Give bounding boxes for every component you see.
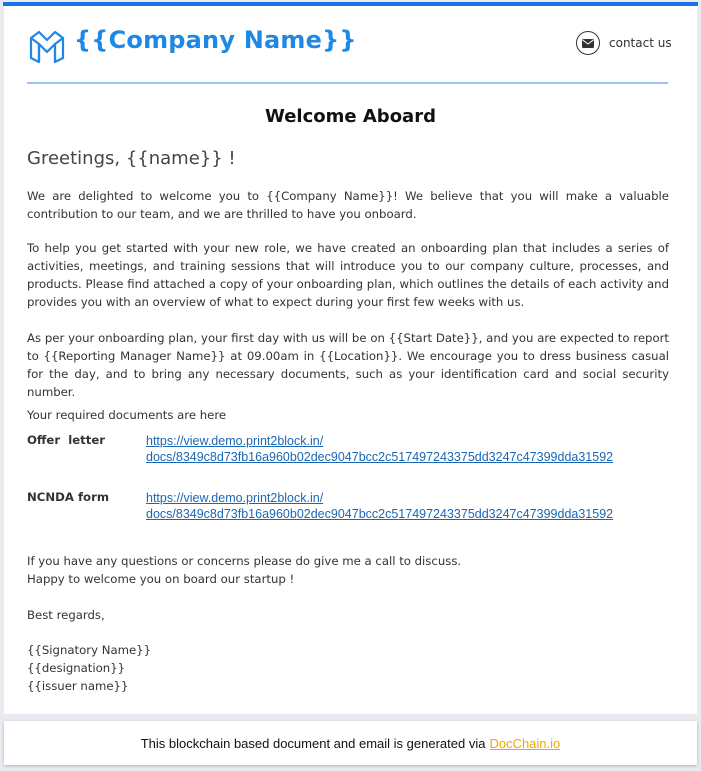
offer-letter-link[interactable]: https://view.demo.print2block.in/ docs/8… (146, 433, 613, 465)
contact-us-label[interactable]: contact us (609, 36, 672, 50)
ncnda-form-link-line2[interactable]: docs/8349c8d73fb16a960b02dec9047bcc2c517… (146, 506, 613, 522)
body-paragraph-onboarding: To help you get started with your new ro… (27, 241, 669, 309)
closing-welcome: Happy to welcome you on board our startu… (27, 572, 295, 586)
ncnda-form-link-line1[interactable]: https://view.demo.print2block.in/ (146, 490, 613, 506)
email-card: {{Company Name}} contact us Welcome Aboa… (4, 6, 697, 714)
company-name: {{Company Name}} (74, 26, 357, 54)
closing-regards: Best regards, (27, 608, 105, 622)
envelope-icon[interactable] (576, 31, 600, 55)
company-logo-icon (29, 30, 65, 64)
signatory-designation: {{designation}} (27, 661, 126, 675)
offer-letter-link-line2[interactable]: docs/8349c8d73fb16a960b02dec9047bcc2c517… (146, 449, 613, 465)
document-label-ncnda-form: NCNDA form (27, 490, 110, 504)
document-label-offer-letter: Offer letter (27, 433, 106, 447)
email-page: {{Company Name}} contact us Welcome Aboa… (0, 0, 701, 771)
offer-letter-link-line1[interactable]: https://view.demo.print2block.in/ (146, 433, 613, 449)
email-title: Welcome Aboard (265, 106, 436, 127)
docchain-link[interactable]: DocChain.io (489, 736, 560, 751)
contact-us-link[interactable]: contact us (576, 31, 672, 55)
footer-text: This blockchain based document and email… (140, 735, 486, 751)
closing-questions: If you have any questions or concerns pl… (27, 554, 462, 568)
issuer-name: {{issuer name}} (27, 679, 129, 693)
greeting: Greetings, {{name}} ! (27, 148, 236, 169)
footer-bar: This blockchain based document and email… (4, 721, 697, 765)
documents-intro: Your required documents are here (27, 408, 227, 422)
ncnda-form-link[interactable]: https://view.demo.print2block.in/ docs/8… (146, 490, 613, 522)
body-paragraph-welcome: We are delighted to welcome you to {{Com… (27, 189, 669, 221)
body-paragraph-first-day: As per your onboarding plan, your first … (27, 331, 669, 399)
header-divider (27, 82, 668, 84)
signatory-name: {{Signatory Name}} (27, 643, 152, 657)
